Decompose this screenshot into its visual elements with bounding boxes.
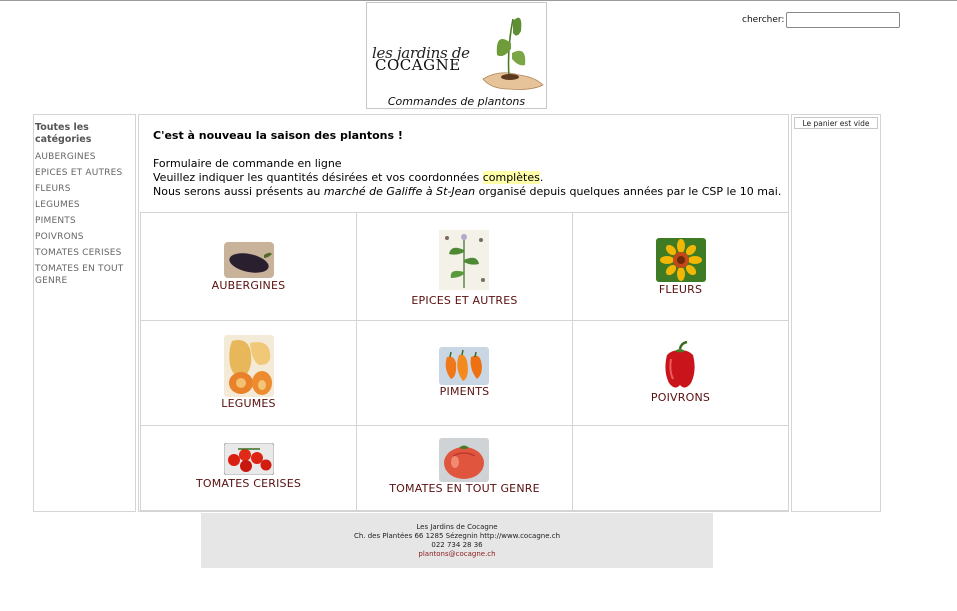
highlighted-word: complètes: [482, 171, 540, 184]
category-tile-fleurs[interactable]: FLEURS: [572, 212, 789, 321]
category-tile-aubergines[interactable]: AUBERGINES: [140, 212, 357, 321]
category-label: EPICES ET AUTRES: [411, 294, 518, 307]
sidebar-title: Toutes les catégories: [35, 122, 92, 145]
empty-grid-cell: [572, 425, 789, 511]
category-label: FLEURS: [658, 283, 703, 296]
tomato-icon: [439, 438, 489, 482]
intro-line-2: Veuillez indiquer les quantités désirées…: [153, 171, 783, 185]
category-label: POIVRONS: [650, 391, 711, 404]
eggplant-icon: [224, 242, 274, 278]
sidebar-item-fleurs[interactable]: FLEURS: [35, 183, 134, 195]
main-content: C'est à nouveau la saison des plantons !…: [138, 114, 789, 512]
intro-line-2-end: .: [539, 171, 544, 184]
category-label: LEGUMES: [221, 397, 276, 410]
herb-illustration-icon: [439, 230, 489, 290]
category-label: PIMENTS: [439, 385, 490, 398]
cherry-tomatoes-icon: [224, 443, 274, 475]
search-label: chercher:: [742, 15, 785, 25]
market-name: marché de Galiffe à St-Jean: [323, 185, 476, 198]
logo-caption: Commandes de plantons: [387, 95, 526, 108]
chili-peppers-icon: [439, 347, 489, 385]
intro-line-3: Nous serons aussi présents au marché de …: [153, 185, 783, 199]
plant-in-hand-icon: [482, 17, 544, 90]
red-pepper-icon: [665, 341, 695, 388]
footer-phone: 022 734 28 36: [431, 541, 483, 549]
category-label: TOMATES EN TOUT GENRE: [389, 482, 540, 495]
sidebar-item-aubergines[interactable]: AUBERGINES: [35, 151, 134, 163]
category-tile-legumes[interactable]: LEGUMES: [140, 320, 357, 426]
sidebar-item-epices-et-autres[interactable]: EPICES ET AUTRES: [35, 167, 134, 179]
category-sidebar: Toutes les catégories AUBERGINES EPICES …: [33, 114, 136, 512]
category-tile-tomates-en-tout-genre[interactable]: TOMATES EN TOUT GENRE: [356, 425, 573, 511]
intro-title: C'est à nouveau la saison des plantons !: [153, 129, 403, 142]
sunflower-icon: [656, 238, 706, 282]
intro-text: C'est à nouveau la saison des plantons !…: [153, 129, 783, 199]
shopping-cart: Le panier est vide: [791, 114, 881, 512]
category-tile-epices-et-autres[interactable]: EPICES ET AUTRES: [356, 212, 573, 321]
butternut-squash-icon: [224, 335, 274, 397]
footer-address: Ch. des Plantées 66 1285 Sézegnin http:/…: [353, 532, 561, 540]
sidebar-item-piments[interactable]: PIMENTS: [35, 215, 134, 227]
top-border: [0, 0, 957, 1]
category-tile-poivrons[interactable]: POIVRONS: [572, 320, 789, 426]
footer-org-name: Les Jardins de Cocagne: [416, 523, 498, 531]
category-tile-piments[interactable]: PIMENTS: [356, 320, 573, 426]
sidebar-item-legumes[interactable]: LEGUMES: [35, 199, 134, 211]
footer-email-link[interactable]: plantons@cocagne.ch: [418, 550, 495, 558]
search-input[interactable]: [786, 12, 900, 28]
site-logo[interactable]: les jardins de COCAGNE Commandes de plan…: [366, 2, 547, 109]
sidebar-item-poivrons[interactable]: POIVRONS: [35, 231, 134, 243]
category-label: TOMATES CERISES: [195, 477, 302, 490]
intro-line-2-text: Veuillez indiquer les quantités désirées…: [153, 171, 483, 184]
sidebar-item-tomates-en-tout-genre[interactable]: TOMATES EN TOUT GENRE: [35, 263, 134, 287]
intro-line-1: Formulaire de commande en ligne: [153, 157, 342, 170]
cart-status: Le panier est vide: [794, 117, 878, 129]
logo-text-line2: COCAGNE: [375, 56, 461, 74]
category-tile-tomates-cerises[interactable]: TOMATES CERISES: [140, 425, 357, 511]
intro-line-3-text: Nous serons aussi présents au: [153, 185, 324, 198]
category-label: AUBERGINES: [211, 279, 286, 292]
sidebar-item-tomates-cerises[interactable]: TOMATES CERISES: [35, 247, 134, 259]
intro-line-3-end: organisé depuis quelques années par le C…: [475, 185, 782, 198]
footer: Les Jardins de Cocagne Ch. des Plantées …: [201, 513, 713, 568]
